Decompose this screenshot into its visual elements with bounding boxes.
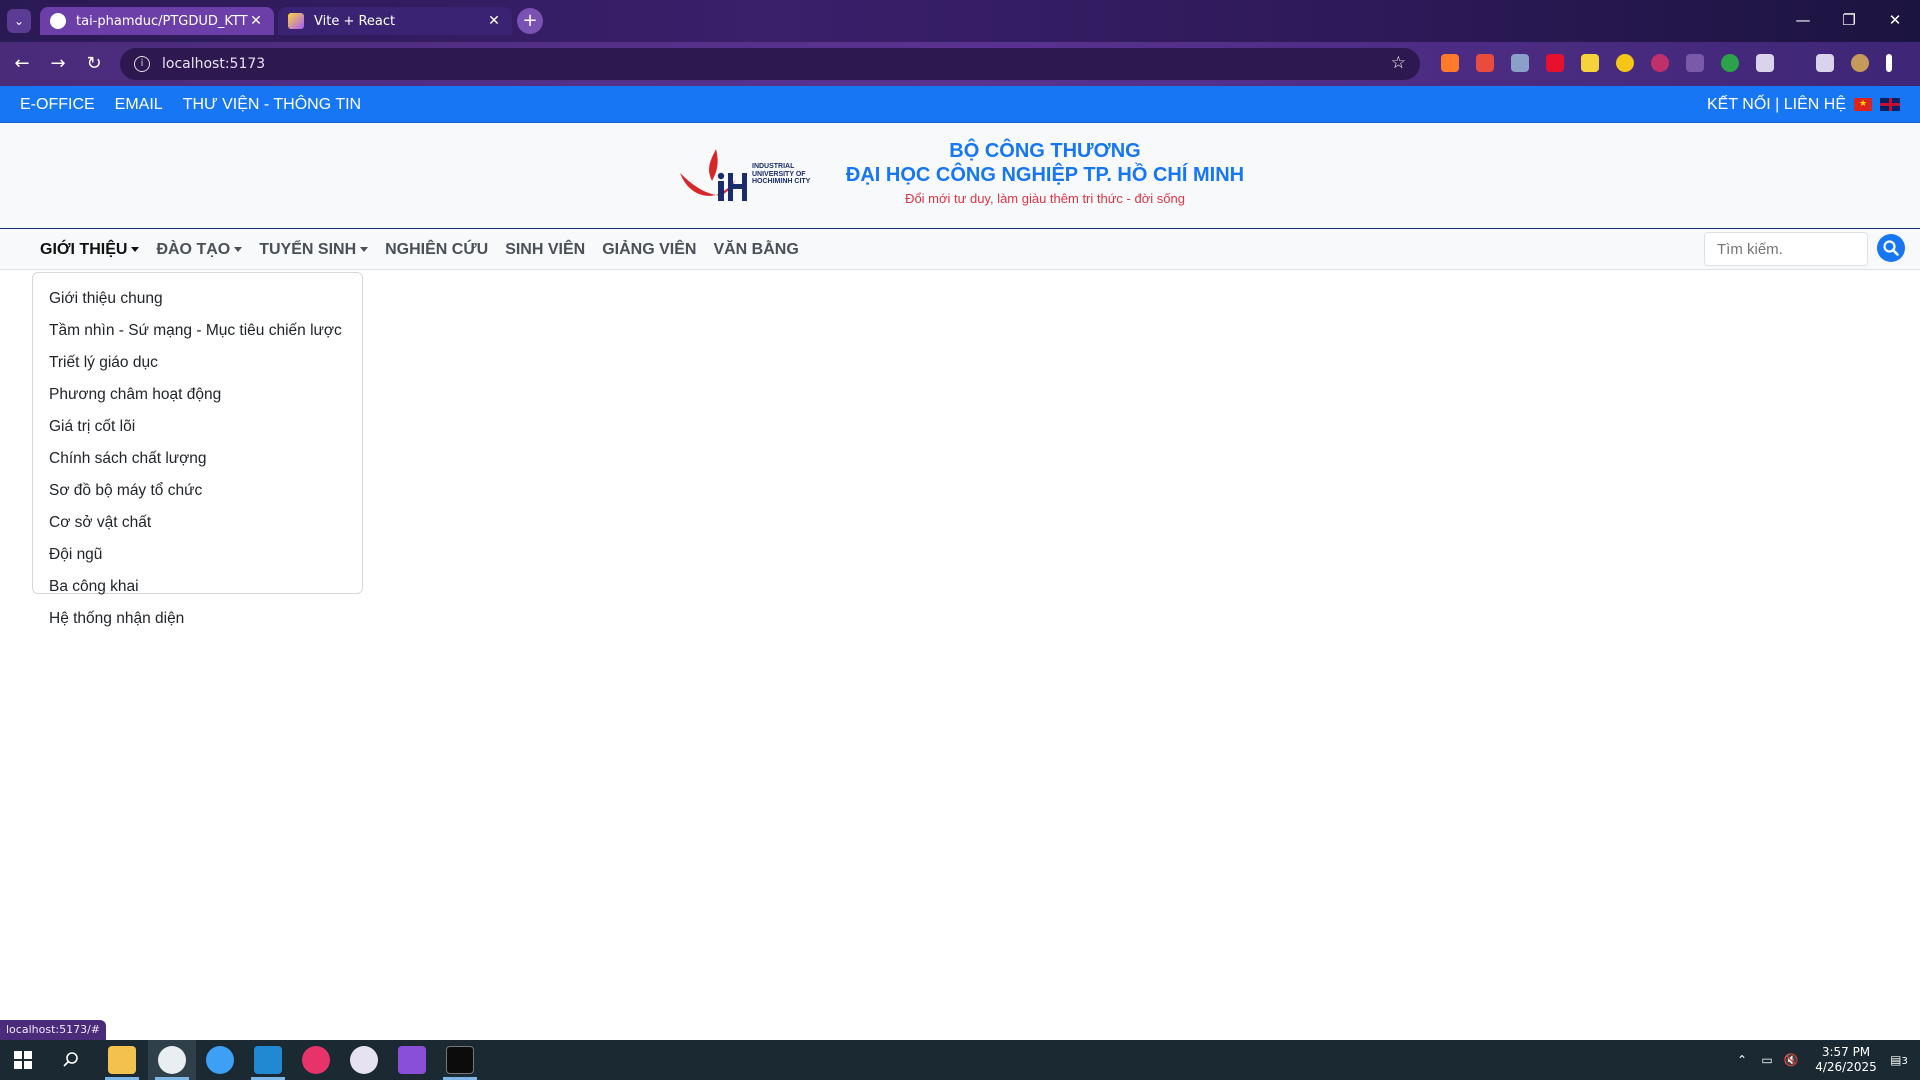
more-menu-icon[interactable] <box>1886 54 1892 72</box>
search-icon <box>1883 240 1899 256</box>
dropdown-item[interactable]: Giới thiệu chung <box>33 283 362 315</box>
vite-icon <box>288 13 304 29</box>
terminal-icon[interactable] <box>446 1046 474 1074</box>
browser-tab-github[interactable]: tai-phamduc/PTGDUD_KTTHCK ✕ <box>40 7 274 35</box>
back-icon[interactable]: ← <box>10 52 34 76</box>
clock[interactable]: 3:57 PM 4/26/2025 <box>1806 1040 1886 1080</box>
notification-count: 3 <box>1901 1056 1908 1067</box>
nav-item-giang-vien[interactable]: GIẢNG VIÊN <box>602 241 696 259</box>
nav-item-nghien-cuu[interactable]: NGHIÊN CỨU <box>385 241 488 259</box>
caret-down-icon <box>360 246 369 252</box>
caret-down-icon <box>234 246 243 252</box>
avatar[interactable] <box>1851 54 1869 72</box>
vscode-icon[interactable] <box>254 1046 282 1074</box>
volume-muted-icon[interactable]: 🔇 <box>1780 1040 1802 1080</box>
new-tab-icon[interactable]: + <box>517 8 543 34</box>
notification-icon[interactable]: ▤3 <box>1884 1040 1914 1080</box>
nav-item-van-bang[interactable]: VĂN BẰNG <box>713 241 798 259</box>
reload-icon[interactable]: ↻ <box>82 52 106 76</box>
uk-flag-icon[interactable] <box>1880 98 1900 111</box>
extension-icon[interactable] <box>1441 54 1459 72</box>
extension-icon[interactable] <box>1616 54 1634 72</box>
extension-icon[interactable] <box>1581 54 1599 72</box>
info-icon[interactable]: i <box>134 56 150 72</box>
extension-icon[interactable] <box>1511 54 1529 72</box>
windows-start-icon[interactable] <box>14 1051 32 1069</box>
network-icon[interactable]: ▭ <box>1756 1040 1778 1080</box>
dropdown-item[interactable]: Triết lý giáo dục <box>33 347 362 379</box>
app-icon[interactable] <box>302 1046 330 1074</box>
minimize-icon[interactable]: — <box>1780 0 1826 42</box>
eoffice-link[interactable]: E-OFFICE <box>20 96 95 114</box>
nav-item-sinh-vien[interactable]: SINH VIÊN <box>505 241 585 259</box>
email-link[interactable]: EMAIL <box>115 96 163 114</box>
extension-icon[interactable] <box>1546 54 1564 72</box>
web-page: E-OFFICE EMAIL THƯ VIỆN - THÔNG TIN KẾT … <box>0 86 1920 1040</box>
download-icon[interactable] <box>1816 54 1834 72</box>
university-title: ĐẠI HỌC CÔNG NGHIỆP TP. HỒ CHÍ MINH <box>845 164 1245 186</box>
dropdown-item[interactable]: Đội ngũ <box>33 539 362 571</box>
site-header: INDUSTRIAL UNIVERSITY OF HOCHIMINH CITY … <box>0 123 1920 229</box>
dropdown-item[interactable]: Chính sách chất lượng <box>33 443 362 475</box>
address-bar[interactable]: i localhost:5173 ☆ <box>120 48 1420 80</box>
search-icon[interactable] <box>62 1051 80 1069</box>
tab-search-icon[interactable]: ⌄ <box>7 9 31 33</box>
dropdown-item[interactable]: Ba công khai <box>33 571 362 603</box>
tab-title: tai-phamduc/PTGDUD_KTTHCK <box>76 13 248 29</box>
nav-item-dao-tao[interactable]: ĐÀO TẠO <box>156 241 243 259</box>
site-title-block: BỘ CÔNG THƯƠNG ĐẠI HỌC CÔNG NGHIỆP TP. H… <box>830 139 1260 211</box>
extension-icon[interactable] <box>1476 54 1494 72</box>
close-icon[interactable]: ✕ <box>1872 0 1918 42</box>
extension-icon[interactable] <box>1721 54 1739 72</box>
main-navigation: GIỚI THIỆU ĐÀO TẠO TUYỂN SINH NGHIÊN CỨU… <box>0 229 1920 270</box>
chrome-icon[interactable] <box>158 1046 186 1074</box>
library-link[interactable]: THƯ VIỆN - THÔNG TIN <box>183 96 361 114</box>
dropdown-item[interactable]: Phương châm hoạt động <box>33 379 362 411</box>
extension-icon[interactable] <box>1651 54 1669 72</box>
search-input[interactable] <box>1704 232 1868 266</box>
dropdown-item[interactable]: Tầm nhìn - Sứ mạng - Mục tiêu chiến lược <box>33 315 362 347</box>
search-button[interactable] <box>1877 234 1905 262</box>
status-url-tooltip: localhost:5173/# <box>0 1020 106 1040</box>
puzzle-icon[interactable] <box>1756 54 1774 72</box>
close-icon[interactable]: ✕ <box>248 13 264 29</box>
dropdown-item[interactable]: Sơ đồ bộ máy tổ chức <box>33 475 362 507</box>
forward-icon[interactable]: → <box>46 52 70 76</box>
nav-item-gioi-thieu[interactable]: GIỚI THIỆU <box>40 241 140 259</box>
dropdown-item[interactable]: Cơ sở vật chất <box>33 507 362 539</box>
github-icon <box>50 13 66 29</box>
visual-studio-icon[interactable] <box>398 1046 426 1074</box>
windows-taskbar: ⌃ ▭ 🔇 3:57 PM 4/26/2025 ▤3 <box>0 1040 1920 1080</box>
app-icon[interactable] <box>206 1046 234 1074</box>
slogan: Đổi mới tư duy, làm giàu thêm tri thức -… <box>905 191 1185 206</box>
chevron-up-icon[interactable]: ⌃ <box>1732 1040 1752 1080</box>
gioi-thieu-dropdown-menu: Giới thiệu chung Tầm nhìn - Sứ mạng - Mụ… <box>32 272 363 627</box>
star-icon[interactable]: ☆ <box>1391 53 1406 73</box>
tab-title: Vite + React <box>314 13 396 29</box>
nav-item-tuyen-sinh[interactable]: TUYỂN SINH <box>259 241 369 259</box>
vietnam-flag-icon[interactable]: ★ <box>1854 98 1872 111</box>
close-icon[interactable]: ✕ <box>486 13 502 29</box>
extension-icon[interactable] <box>1686 54 1704 72</box>
top-link-bar: E-OFFICE EMAIL THƯ VIỆN - THÔNG TIN KẾT … <box>0 86 1920 123</box>
browser-tab-vite[interactable]: Vite + React ✕ <box>278 7 512 35</box>
eclipse-icon[interactable] <box>350 1046 378 1074</box>
caret-down-icon <box>131 246 140 252</box>
dropdown-item[interactable]: Hệ thống nhận diện <box>33 603 362 635</box>
browser-tab-bar: ⌄ tai-phamduc/PTGDUD_KTTHCK ✕ Vite + Rea… <box>0 0 1920 42</box>
restore-icon[interactable]: ❐ <box>1826 0 1872 42</box>
connect-contact-link[interactable]: KẾT NỐI | LIÊN HỆ <box>1707 96 1846 114</box>
logo-text: INDUSTRIAL UNIVERSITY OF HOCHIMINH CITY <box>752 163 811 185</box>
dropdown-item[interactable]: Giá trị cốt lõi <box>33 411 362 443</box>
file-explorer-icon[interactable] <box>108 1046 136 1074</box>
ministry-title: BỘ CÔNG THƯƠNG <box>949 140 1141 162</box>
url-text: localhost:5173 <box>162 56 266 72</box>
clock-date: 4/26/2025 <box>1815 1060 1877 1074</box>
clock-time: 3:57 PM <box>1821 1045 1871 1059</box>
